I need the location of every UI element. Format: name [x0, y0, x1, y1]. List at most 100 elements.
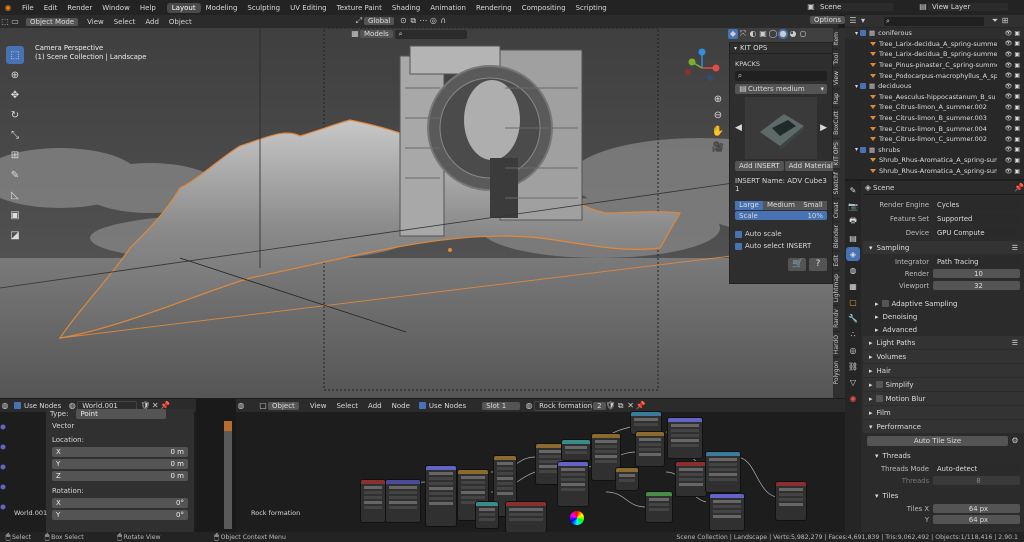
color-wheel-icon[interactable] [570, 511, 584, 525]
outliner-item[interactable]: Tree_Pinus-pinaster_C_spring-summer 👁 ▣ [845, 60, 1024, 71]
use-nodes-checkbox[interactable]: Use Nodes [418, 402, 466, 410]
volumes-header[interactable]: ▸ Volumes [863, 350, 1024, 363]
shader-node[interactable] [776, 482, 806, 520]
solid-shading-icon[interactable]: ● [778, 29, 788, 39]
shader-node[interactable] [558, 462, 588, 506]
sampling-panel-header[interactable]: ▾ Sampling ☰ [863, 241, 1024, 254]
camera-icon[interactable]: ▣ [1014, 83, 1020, 90]
eye-icon[interactable]: 👁 [1005, 93, 1013, 100]
camera-icon[interactable]: ▣ [1014, 51, 1020, 58]
add-box-tool[interactable]: ◪ [6, 226, 24, 244]
transform-tool[interactable]: ⊞ [6, 146, 24, 164]
camera-icon[interactable]: ▣ [1014, 168, 1020, 175]
kpack-select[interactable]: ▤ Cutters medium ▾ [735, 84, 827, 94]
measure-tool[interactable]: ◺ [6, 186, 24, 204]
location-z-field[interactable]: Z 0 m [52, 471, 188, 481]
eye-icon[interactable]: 👁 [1005, 83, 1013, 90]
eye-icon[interactable]: 👁 [1005, 72, 1013, 79]
film-header[interactable]: ▸ Film [863, 406, 1024, 419]
eye-icon[interactable]: 👁 [1005, 115, 1013, 122]
scale-tool[interactable]: ⤡ [6, 126, 24, 144]
eye-icon[interactable]: 👁 [1005, 30, 1013, 37]
shader-node[interactable] [676, 462, 706, 496]
pin-icon[interactable]: 📌 [636, 401, 646, 411]
sidebar-tab-lightmap[interactable]: Lightmap [833, 269, 840, 306]
view-layer-name[interactable]: View Layer [928, 3, 1008, 11]
new-collection-icon[interactable]: ⊞ [1000, 16, 1010, 26]
tiles-y-field[interactable]: 64 px [933, 515, 1020, 524]
rotation-y-field[interactable]: Y 0° [52, 510, 188, 520]
shader-node[interactable] [562, 440, 590, 460]
material-node-editor[interactable]: ◍ ▢ Object View Select Add Node Use Nodes S… [236, 399, 845, 532]
checkbox-icon[interactable] [875, 381, 883, 388]
world-node-editor[interactable]: ◍ Use Nodes ◍ World.001 🛡 ✕ 📌 Type: Point… [0, 399, 196, 532]
size-tab-large[interactable]: Large [735, 201, 763, 210]
scene-props-icon[interactable]: ◈ [846, 247, 860, 261]
orientation-select[interactable]: Global [364, 17, 395, 25]
add-insert-button[interactable]: Add INSERT [735, 161, 784, 171]
node-menu-view[interactable]: View [305, 402, 332, 410]
overlays-icon[interactable]: ◐ [748, 29, 758, 39]
sidebar-tab-boxcutt[interactable]: BoxCutt [833, 107, 840, 138]
modifier-props-icon[interactable]: 🔧 [846, 311, 860, 325]
shader-node[interactable] [386, 480, 420, 522]
sidebar-tab-item[interactable]: Item [833, 28, 840, 49]
mode-select[interactable]: Object Mode [26, 17, 79, 26]
feature-set-select[interactable]: Supported [933, 214, 1020, 223]
tab-compositing[interactable]: Compositing [517, 3, 571, 13]
shader-node[interactable] [506, 502, 546, 532]
world-props-icon[interactable]: ◍ [846, 263, 860, 277]
menu-file[interactable]: File [17, 4, 39, 12]
gizmo-toggle-icon[interactable]: ⤧ [738, 29, 748, 39]
camera-icon[interactable]: ▣ [1014, 125, 1020, 132]
node-scroll-strip[interactable] [224, 421, 232, 529]
shader-node[interactable] [636, 432, 664, 466]
size-tab-small[interactable]: Small [799, 201, 827, 210]
material-shading-icon[interactable]: ◕ [788, 29, 798, 39]
threads-mode-select[interactable]: Auto-detect [933, 464, 1020, 473]
tab-sculpting[interactable]: Sculpting [242, 3, 285, 13]
add-material-button[interactable]: Add Material [784, 161, 837, 171]
outliner-item[interactable]: Tree_Larix-decidua_A_spring-summer 👁 ▣ [845, 39, 1024, 50]
outliner-item[interactable]: Tree_Podocarpus-macrophyllus_A_spring 👁▣ [845, 70, 1024, 81]
eye-icon[interactable]: 👁 [1005, 136, 1013, 143]
scene-name[interactable]: Scene [816, 3, 894, 11]
performance-header[interactable]: ▾ Performance [863, 420, 1024, 433]
physics-props-icon[interactable]: ◎ [846, 343, 860, 357]
camera-icon[interactable]: ▣ [1014, 62, 1020, 69]
eye-icon[interactable]: 👁 [1005, 157, 1013, 164]
adaptive-sampling-header[interactable]: ▸ Adaptive Sampling [863, 297, 1024, 310]
viewport-menu-object[interactable]: Object [164, 18, 197, 26]
viewport-menu-select[interactable]: Select [109, 18, 141, 26]
outliner-item[interactable]: Shrub_Rhus-Aromatica_A_spring-sum 👁 ▣ [845, 155, 1024, 166]
select-mode-icon[interactable]: ▭ [10, 17, 20, 27]
camera-icon[interactable]: ▣ [1014, 146, 1020, 153]
vector-node[interactable]: Type: Point Vector Location: X 0 m Y 0 m Z 0… [46, 408, 194, 532]
menu-window[interactable]: Window [97, 4, 135, 12]
render-props-icon[interactable]: 📷 [846, 199, 860, 213]
chevron-left-icon[interactable]: ◀ [735, 123, 745, 133]
navigation-gizmo[interactable] [682, 48, 722, 88]
rendered-shading-icon[interactable]: ○ [798, 29, 808, 39]
kpack-thumbnail[interactable] [745, 97, 817, 159]
constraints-props-icon[interactable]: ⛓ [846, 359, 860, 373]
expand-toggle-icon[interactable]: ▾ [855, 83, 858, 90]
sidebar-tab-tool[interactable]: Tool [833, 48, 840, 68]
shader-node[interactable] [706, 452, 740, 492]
render-engine-select[interactable]: Cycles [933, 200, 1020, 209]
shader-editor-icon[interactable]: ◍ [236, 401, 246, 411]
sidebar-tab-blender[interactable]: Blender [833, 220, 840, 252]
move-tool[interactable]: ✥ [6, 86, 24, 104]
outliner-item[interactable]: ▾ ▦ deciduous 👁 ▣ [845, 81, 1024, 92]
denoising-header[interactable]: ▸ Denoising [863, 310, 1024, 323]
checkbox-checked-icon[interactable] [860, 146, 867, 153]
kpacks-search[interactable]: ⌕ [735, 71, 827, 81]
threads-header[interactable]: ▾ Threads [863, 449, 1024, 462]
auto-select-checkbox[interactable]: Auto select INSERT [735, 242, 827, 250]
size-tab-medium[interactable]: Medium [763, 201, 799, 210]
scene-selector[interactable]: ▣ Scene [806, 2, 894, 12]
presets-icon[interactable]: ☰ [1012, 244, 1018, 252]
camera-icon[interactable]: ▣ [1014, 104, 1020, 111]
expand-toggle-icon[interactable]: ▾ [855, 30, 858, 37]
outliner-search[interactable]: ⌕ [884, 16, 984, 26]
